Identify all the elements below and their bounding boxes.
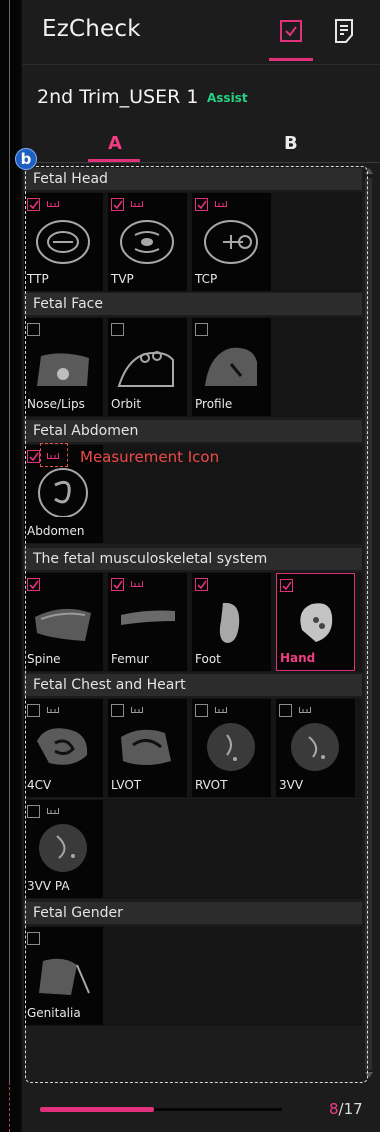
assist-badge: Assist [207,91,248,105]
checklist-icon[interactable] [279,18,303,44]
progress-count: 8/17 [329,1100,363,1118]
header-divider [22,64,380,65]
tab-b[interactable]: B [284,133,298,154]
checklist-tab-underline [269,58,313,61]
measurement-callout-label: Measurement Icon [80,448,220,466]
document-icon[interactable] [332,18,356,44]
app-title: EzCheck [42,16,141,42]
progress-current: 8 [329,1100,339,1118]
progress-fill [40,1107,154,1112]
left-edge-dash [9,1082,10,1132]
ezcheck-panel: EzCheck 2nd Trim_USER 1 Assist A B Fetal… [15,0,380,1132]
measurement-callout-box [40,443,68,467]
annotation-frame [25,166,368,1083]
annotation-badge: b [15,148,37,170]
protocol-name: 2nd Trim_USER 1 [37,86,199,108]
left-edge-line [9,0,10,1082]
tab-divider [22,162,380,163]
tab-a[interactable]: A [108,133,122,154]
progress-total: /17 [338,1100,363,1118]
left-edge-strip [0,0,20,1132]
